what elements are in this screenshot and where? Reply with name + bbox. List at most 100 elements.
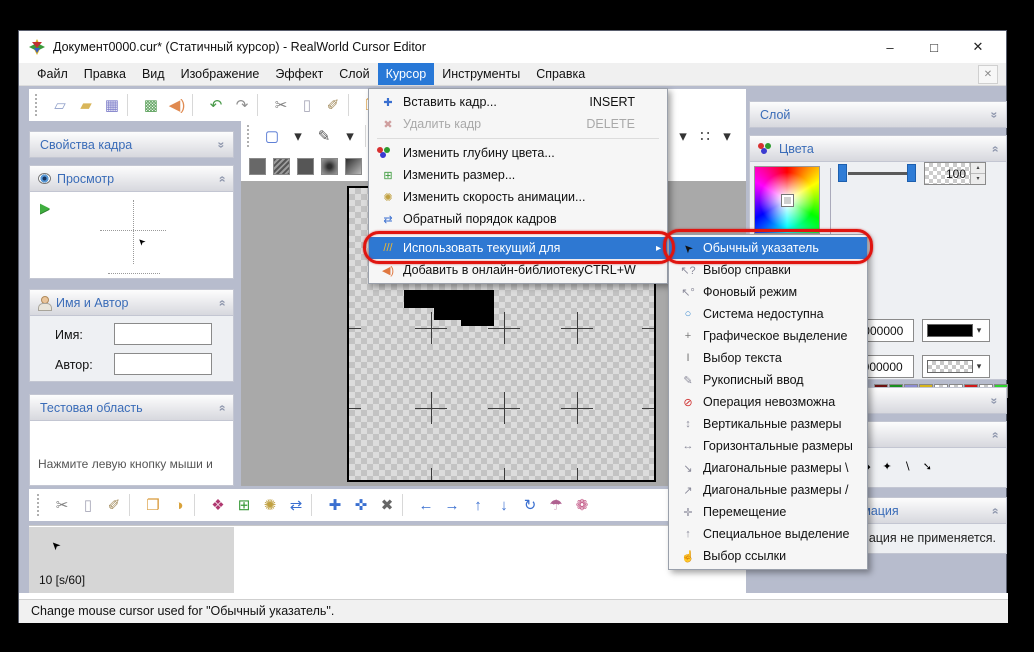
frame-properties-header[interactable]: Свойства кадра » — [29, 131, 234, 158]
paste-icon[interactable]: ▯ — [75, 493, 101, 517]
chevron-up-icon[interactable]: » — [988, 507, 1002, 514]
color-picker-selector[interactable] — [782, 195, 793, 206]
brush-preset-hatch[interactable] — [273, 158, 290, 175]
menu-item-reverse-order[interactable]: ⇄ Обратный порядок кадров — [369, 208, 667, 230]
menu-item-insert-frame[interactable]: ✚ Вставить кадр... INSERT — [369, 91, 667, 113]
submenu-item-alt-select[interactable]: ↑ Специальное выделение — [669, 523, 867, 545]
copy-icon[interactable]: ❐ — [140, 493, 166, 517]
brush-preset-solid[interactable] — [249, 158, 266, 175]
cut-icon[interactable]: ✂ — [268, 93, 294, 117]
menubar-view[interactable]: Вид — [134, 63, 173, 85]
brush-preset-gradient[interactable] — [345, 158, 362, 175]
brush-icon[interactable]: ✐ — [101, 493, 127, 517]
submenu-item-horizontal-resize[interactable]: ↔ Горизонтальные размеры — [669, 435, 867, 457]
layer-header[interactable]: Слой » — [749, 101, 1007, 128]
move-up-icon[interactable]: ↑ — [465, 493, 491, 517]
menu-item-color-depth[interactable]: Изменить глубину цвета... — [369, 142, 667, 164]
chevron-down-icon[interactable]: » — [215, 141, 229, 148]
brush-preset-dark[interactable] — [297, 158, 314, 175]
play-icon[interactable]: ▶ — [40, 200, 50, 216]
document-close-icon[interactable]: ✕ — [978, 65, 998, 84]
save-icon[interactable]: ▦ — [99, 93, 125, 117]
pencil-tool-icon[interactable]: ✎ — [311, 124, 337, 148]
pencil-dropdown-icon[interactable]: ▾ — [337, 124, 363, 148]
menu-item-resize[interactable]: ⊞ Изменить размер... — [369, 164, 667, 186]
cursor-thumb[interactable]: ✦ — [882, 460, 891, 473]
capture-icon[interactable]: ▩ — [138, 93, 164, 117]
palette-icon[interactable]: ❁ — [569, 493, 595, 517]
submenu-item-graphic-select[interactable]: + Графическое выделение — [669, 325, 867, 347]
undo-icon[interactable]: ↶ — [203, 93, 229, 117]
cut-icon[interactable]: ✂ — [49, 493, 75, 517]
submenu-item-diagonal-resize-fwd[interactable]: ↗ Диагональные размеры / — [669, 479, 867, 501]
submenu-item-unavailable[interactable]: ○ Система недоступна — [669, 303, 867, 325]
select-tool-icon[interactable]: ▢ — [259, 124, 285, 148]
menu-item-delete-frame[interactable]: ✖ Удалить кадр DELETE — [369, 113, 667, 135]
open-icon[interactable]: ▰ — [73, 93, 99, 117]
minimize-button[interactable]: – — [868, 31, 912, 63]
move-left-icon[interactable]: ← — [413, 493, 439, 517]
menubar-tools[interactable]: Инструменты — [434, 63, 528, 85]
test-area-panel[interactable]: Нажмите левую кнопку мыши и — [29, 421, 234, 486]
submenu-item-background-mode[interactable]: ↖° Фоновый режим — [669, 281, 867, 303]
paste-icon[interactable]: ▯ — [294, 93, 320, 117]
test-icon[interactable]: ☂ — [543, 493, 569, 517]
duplicate-frame-icon[interactable]: ✜ — [348, 493, 374, 517]
speed-icon[interactable]: ✺ — [257, 493, 283, 517]
slider-handle[interactable] — [907, 164, 916, 182]
name-input[interactable] — [114, 323, 212, 345]
maximize-button[interactable]: □ — [912, 31, 956, 63]
resize-icon[interactable]: ⊞ — [231, 493, 257, 517]
submenu-item-move[interactable]: ✛ Перемещение — [669, 501, 867, 523]
frame-thumbnail[interactable]: ➤ 10 [s/60] — [29, 527, 234, 593]
submenu-item-no[interactable]: ⊘ Операция невозможна — [669, 391, 867, 413]
author-input[interactable] — [114, 353, 212, 375]
menubar-effect[interactable]: Эффект — [267, 63, 331, 85]
brush-preset-radial[interactable] — [321, 158, 338, 175]
submenu-item-diagonal-resize-back[interactable]: ↘ Диагональные размеры \ — [669, 457, 867, 479]
option-dropdown-icon[interactable]: ▾ — [672, 124, 694, 148]
submenu-item-text-select[interactable]: I Выбор текста — [669, 347, 867, 369]
test-area-header[interactable]: Тестовая область » — [29, 394, 234, 421]
primary-color-swatch-dropdown[interactable]: ▾ — [922, 319, 990, 342]
preview-panel[interactable]: ▶ ➤ — [29, 192, 234, 279]
move-down-icon[interactable]: ↓ — [491, 493, 517, 517]
menubar-cursor[interactable]: Курсор — [378, 63, 435, 85]
chevron-down-icon[interactable]: » — [988, 111, 1002, 118]
chevron-up-icon[interactable]: » — [988, 145, 1002, 152]
submenu-item-handwriting[interactable]: ✎ Рукописный ввод — [669, 369, 867, 391]
grid-dropdown-icon[interactable]: ▾ — [716, 124, 738, 148]
new-icon[interactable]: ▱ — [47, 93, 73, 117]
reverse-icon[interactable]: ⇄ — [283, 493, 309, 517]
chevron-up-icon[interactable]: » — [215, 404, 229, 411]
submenu-item-link-select[interactable]: ☝ Выбор ссылки — [669, 545, 867, 567]
color-slider[interactable] — [838, 162, 916, 184]
submenu-item-vertical-resize[interactable]: ↕ Вертикальные размеры — [669, 413, 867, 435]
brush-icon[interactable]: ✐ — [320, 93, 346, 117]
cursor-thumb[interactable]: ➘ — [923, 460, 932, 473]
chevron-up-icon[interactable]: » — [988, 431, 1002, 438]
menubar-edit[interactable]: Правка — [76, 63, 134, 85]
chevron-down-icon[interactable]: » — [988, 397, 1002, 404]
publish-icon[interactable]: ◀) — [164, 93, 190, 117]
chevron-up-icon[interactable]: » — [215, 299, 229, 306]
spin-up-icon[interactable]: ▴ — [971, 163, 985, 174]
menubar-layer[interactable]: Слой — [331, 63, 377, 85]
menubar-image[interactable]: Изображение — [173, 63, 268, 85]
rotate-icon[interactable]: ↻ — [517, 493, 543, 517]
grid-tool-icon[interactable]: ∷ — [694, 124, 716, 148]
cursor-thumb[interactable]: ∖ — [904, 460, 911, 473]
name-author-header[interactable]: Имя и Автор » — [29, 289, 234, 316]
chevron-up-icon[interactable]: » — [215, 175, 229, 182]
value-spinner[interactable]: 100 ▴ ▾ — [924, 162, 986, 185]
menubar-help[interactable]: Справка — [528, 63, 593, 85]
move-right-icon[interactable]: → — [439, 493, 465, 517]
select-dropdown-icon[interactable]: ▾ — [285, 124, 311, 148]
menu-item-anim-speed[interactable]: ✺ Изменить скорость анимации... — [369, 186, 667, 208]
color-depth-icon[interactable]: ❖ — [205, 493, 231, 517]
spin-down-icon[interactable]: ▾ — [971, 174, 985, 184]
secondary-color-swatch-dropdown[interactable]: ▾ — [922, 355, 990, 378]
colors-header[interactable]: Цвета » — [749, 135, 1007, 162]
color-picker[interactable] — [754, 166, 820, 234]
add-frame-icon[interactable]: ✚ — [322, 493, 348, 517]
